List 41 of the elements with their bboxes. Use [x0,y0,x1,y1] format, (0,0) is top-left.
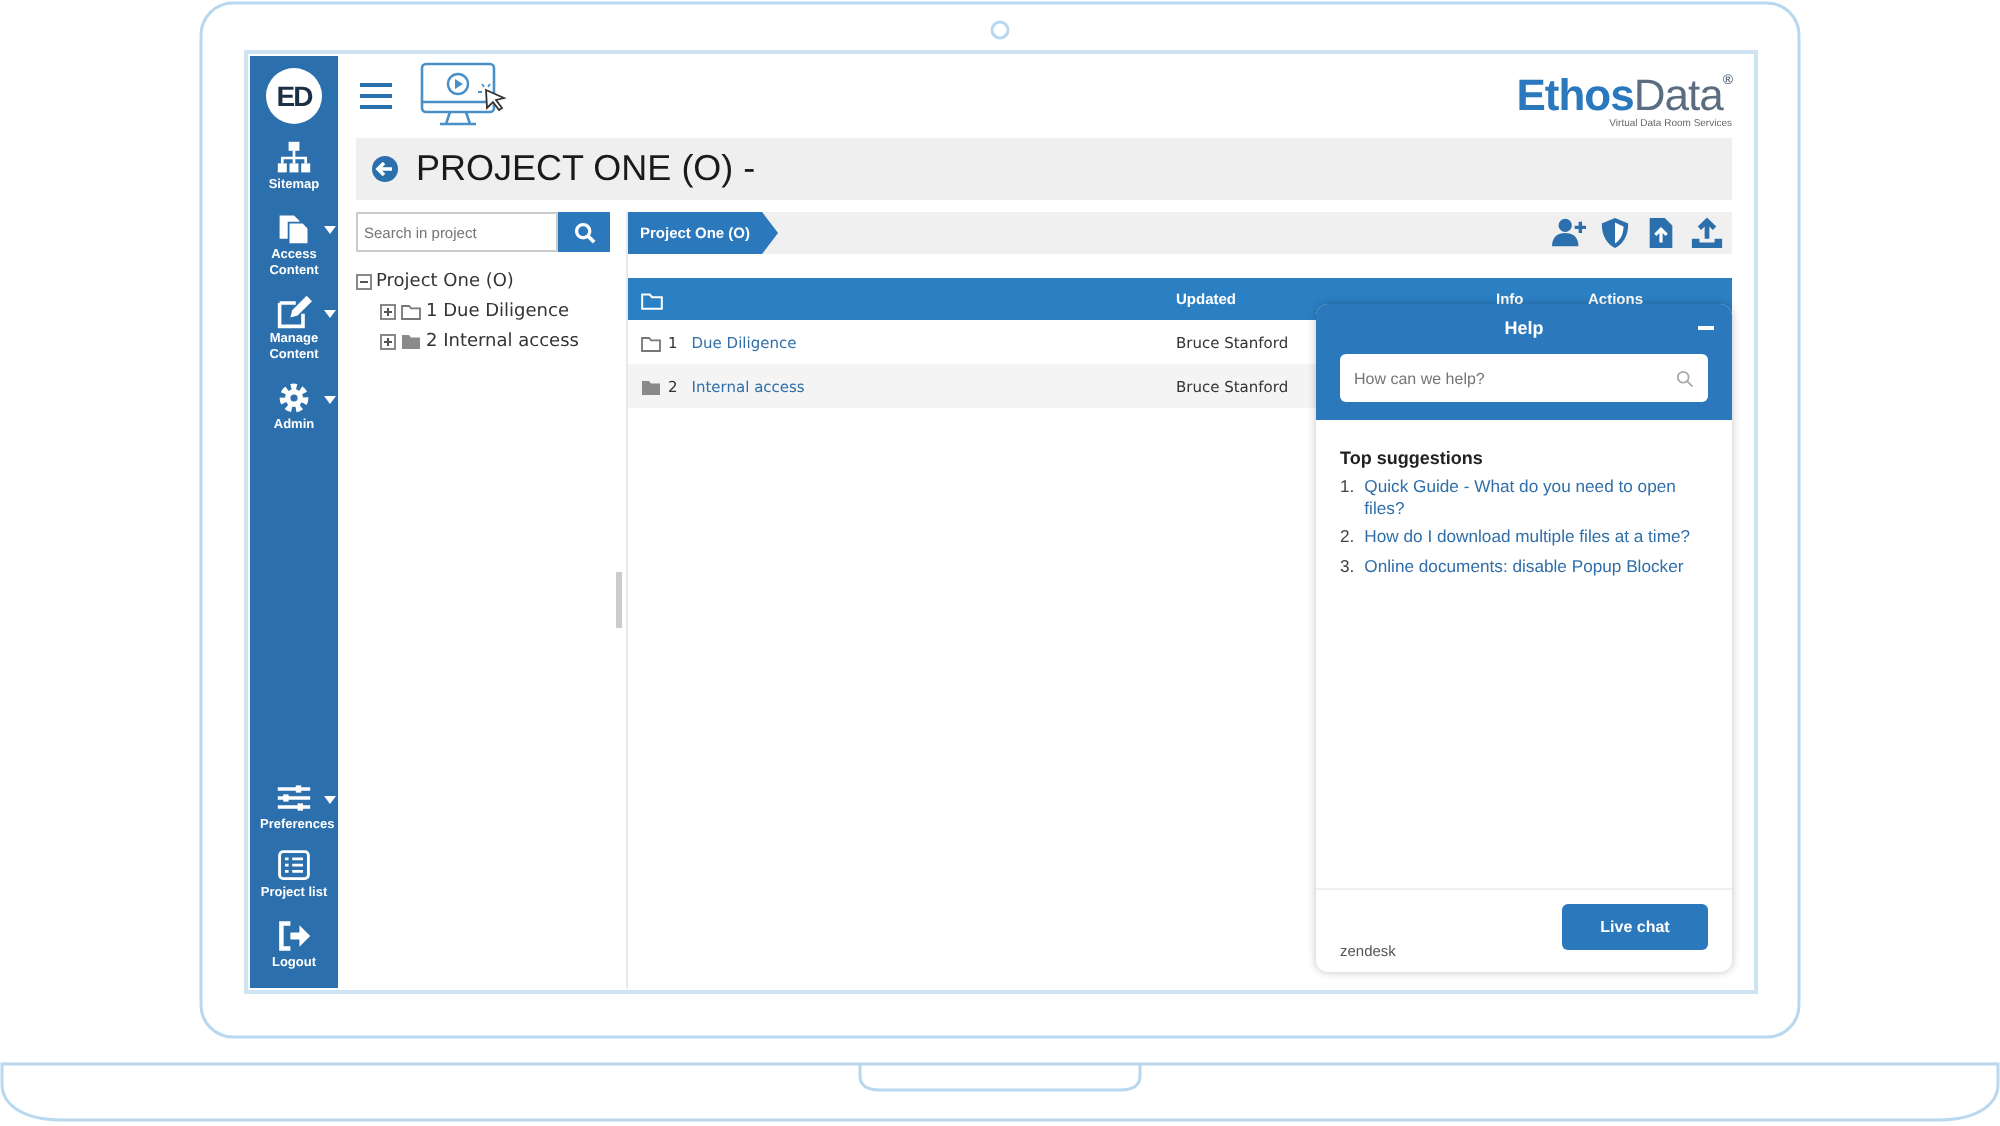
folder-icon [400,302,422,320]
folder-icon [640,377,662,395]
tree-item[interactable]: Project One (O) [376,271,514,291]
menu-icon[interactable] [360,82,392,110]
splitter-handle[interactable] [615,572,621,628]
search-icon [573,221,595,243]
list-number: 2. [1340,526,1355,549]
suggestion-link[interactable]: How do I download multiple files at a time? [1364,526,1691,549]
list-number: 3. [1340,556,1355,578]
suggestion-link[interactable]: Quick Guide - What do you need to open files? [1364,476,1708,519]
search-button[interactable] [558,212,610,252]
file-upload-icon[interactable] [1644,216,1678,250]
back-icon[interactable] [372,156,398,182]
section-heading: Top suggestions [1340,448,1485,468]
suggestion-link[interactable]: Online documents: disable Popup Blocker [1364,556,1684,578]
sitemap-icon [276,140,312,176]
sliders-icon [276,779,312,816]
logout-icon [276,918,312,955]
settings-icon [276,379,312,416]
folder-icon [400,332,422,350]
page-title: PROJECT ONE (O) - [416,148,756,190]
folder-icon [640,289,664,309]
edit-icon [276,294,312,331]
tree-item[interactable]: 1 Due Diligence [426,301,569,321]
documents-icon [276,209,312,246]
search-icon [1676,369,1694,387]
tree-item[interactable]: 2 Internal access [426,331,579,351]
collapse-icon[interactable] [356,273,372,289]
list-number: 1. [1340,476,1355,500]
expand-icon[interactable] [380,303,396,319]
upload-icon[interactable] [1690,216,1724,250]
monitor-icon[interactable] [420,62,508,130]
app-logo: ED [266,68,322,124]
shield-icon[interactable] [1598,216,1632,250]
list-icon [276,848,312,885]
add-user-icon[interactable] [1552,216,1586,250]
live-chat-button[interactable]: Live chat [1562,904,1708,950]
folder-icon [640,333,662,351]
expand-icon[interactable] [380,333,396,349]
help-title: Help [1504,318,1544,338]
help-search-field[interactable]: How can we help? [1340,354,1708,402]
